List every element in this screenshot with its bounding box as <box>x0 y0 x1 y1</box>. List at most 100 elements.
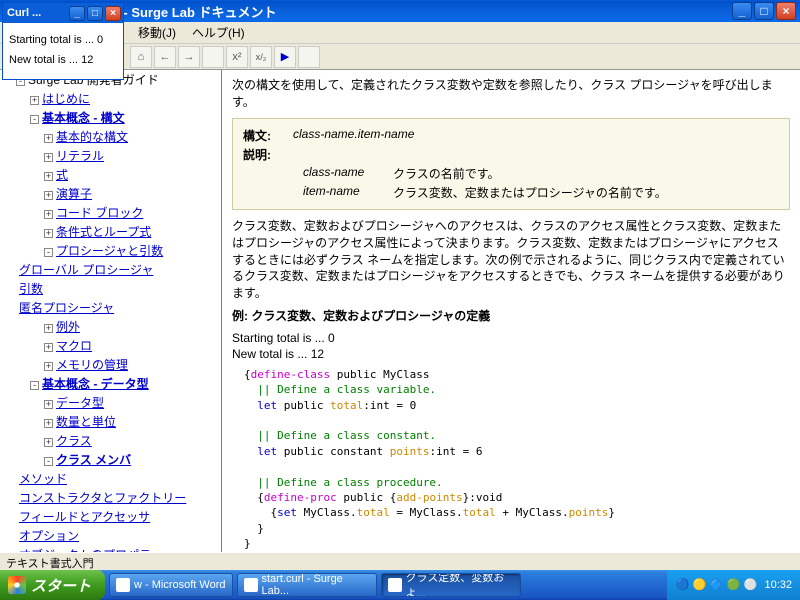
minimize-button[interactable]: _ <box>732 2 752 20</box>
tree-item-label[interactable]: メソッド <box>19 472 67 486</box>
tree-item[interactable]: +条件式とループ式 <box>0 222 221 241</box>
tool-bigger-icon[interactable]: x² <box>226 46 248 68</box>
tree-item-label[interactable]: フィールドとアクセッサ <box>19 510 150 524</box>
tree-item[interactable]: -基本概念 - データ型 <box>0 374 221 393</box>
taskbar-button[interactable]: w - Microsoft Word <box>109 573 232 597</box>
expand-icon[interactable]: + <box>44 172 53 181</box>
popup-window[interactable]: Curl ... _ □ × Starting total is ... 0 N… <box>2 2 124 80</box>
expand-icon[interactable]: + <box>30 96 39 105</box>
tree-item-label[interactable]: マクロ <box>56 339 92 353</box>
tree-item-label[interactable]: クラス <box>56 434 92 448</box>
tree-item-label[interactable]: 基本概念 - 構文 <box>42 111 125 125</box>
tree-item-label[interactable]: 引数 <box>19 282 43 296</box>
tree-item[interactable]: +コード ブロック <box>0 203 221 222</box>
example-label: 例: クラス変数、定数およびプロシージャの定義 <box>232 308 790 325</box>
tree-item[interactable]: +数量と単位 <box>0 412 221 431</box>
tree-item-label[interactable]: オプション <box>19 529 79 543</box>
tray-icon[interactable]: 🔵 <box>675 578 689 592</box>
taskbar-button[interactable]: クラス定数、変数およ... <box>381 573 521 597</box>
tree-item[interactable]: フィールドとアクセッサ <box>0 507 221 526</box>
tree-item[interactable]: +メモリの管理 <box>0 355 221 374</box>
tray-icon[interactable]: 🟢 <box>726 578 740 592</box>
sidebar-tree[interactable]: -Surge Lab 開発者ガイド+はじめに-基本概念 - 構文+基本的な構文+… <box>0 70 222 552</box>
tree-item[interactable]: +リテラル <box>0 146 221 165</box>
tree-item-label[interactable]: 式 <box>56 168 68 182</box>
tree-item-label[interactable]: 例外 <box>56 320 80 334</box>
tree-item[interactable]: +データ型 <box>0 393 221 412</box>
collapse-icon[interactable]: - <box>44 248 53 257</box>
collapse-icon[interactable]: - <box>30 115 39 124</box>
expand-icon[interactable]: + <box>44 362 53 371</box>
popup-minimize-button[interactable]: _ <box>69 6 85 21</box>
collapse-icon[interactable]: - <box>44 457 53 466</box>
tool-extra-icon[interactable] <box>298 46 320 68</box>
tool-forward-icon[interactable]: → <box>178 46 200 68</box>
expand-icon[interactable]: + <box>44 400 53 409</box>
tool-run-icon[interactable]: ▶ <box>274 46 296 68</box>
tree-item-label[interactable]: データ型 <box>56 396 104 410</box>
tree-item-label[interactable]: クラス メンバ <box>56 453 131 467</box>
tree-item-label[interactable]: オブジェクトのプロパティ <box>19 548 162 552</box>
tool-back-icon[interactable]: ← <box>154 46 176 68</box>
tray-icon[interactable]: 🟡 <box>692 578 706 592</box>
tree-item-label[interactable]: メモリの管理 <box>56 358 128 372</box>
tree-item-label[interactable]: 基本概念 - データ型 <box>42 377 149 391</box>
tree-item-label[interactable]: グローバル プロシージャ <box>19 263 153 277</box>
tree-item-label[interactable]: コード ブロック <box>56 206 143 220</box>
code-block: {define-class public MyClass || Define a… <box>244 367 790 552</box>
maximize-button[interactable]: □ <box>754 2 774 20</box>
expand-icon[interactable]: + <box>44 438 53 447</box>
tree-item-label[interactable]: 演算子 <box>56 187 92 201</box>
tree-item[interactable]: オプション <box>0 526 221 545</box>
expand-icon[interactable]: + <box>44 324 53 333</box>
tree-item[interactable]: -基本概念 - 構文 <box>0 108 221 127</box>
expand-icon[interactable]: + <box>44 419 53 428</box>
expand-icon[interactable]: + <box>44 134 53 143</box>
tree-item-label[interactable]: 数量と単位 <box>56 415 116 429</box>
tree-item-label[interactable]: コンストラクタとファクトリー <box>19 491 186 505</box>
tree-item[interactable]: コンストラクタとファクトリー <box>0 488 221 507</box>
taskbar-label: start.curl - Surge Lab... <box>262 573 370 597</box>
tree-item[interactable]: メソッド <box>0 469 221 488</box>
expand-icon[interactable]: + <box>44 210 53 219</box>
tree-item[interactable]: 匿名プロシージャ <box>0 298 221 317</box>
tree-item-label[interactable]: 条件式とループ式 <box>56 225 151 239</box>
tree-item-label[interactable]: 匿名プロシージャ <box>19 301 114 315</box>
popup-close-button[interactable]: × <box>105 6 121 21</box>
tree-item[interactable]: +例外 <box>0 317 221 336</box>
popup-titlebar[interactable]: Curl ... _ □ × <box>3 3 123 23</box>
tree-item[interactable]: +クラス <box>0 431 221 450</box>
expand-icon[interactable]: + <box>44 343 53 352</box>
tray-icon[interactable]: 🔷 <box>709 578 723 592</box>
tree-item[interactable]: +式 <box>0 165 221 184</box>
document-pane[interactable]: 次の構文を使用して、定義されたクラス変数や定数を参照したり、クラス プロシージャ… <box>222 70 800 552</box>
expand-icon[interactable]: + <box>44 191 53 200</box>
tool-home-icon[interactable]: ⌂ <box>130 46 152 68</box>
popup-maximize-button[interactable]: □ <box>87 6 103 21</box>
tree-item-label[interactable]: 基本的な構文 <box>56 130 128 144</box>
tree-item[interactable]: +マクロ <box>0 336 221 355</box>
menu-go[interactable]: 移動(J) <box>130 24 184 41</box>
tree-item[interactable]: 引数 <box>0 279 221 298</box>
tool-smaller-icon[interactable]: x/₂ <box>250 46 272 68</box>
system-tray[interactable]: 🔵 🟡 🔷 🟢 ⚪ 10:32 <box>667 570 800 600</box>
tree-item[interactable]: +演算子 <box>0 184 221 203</box>
start-button[interactable]: スタート <box>0 570 105 600</box>
collapse-icon[interactable]: - <box>30 381 39 390</box>
tree-item-label[interactable]: はじめに <box>42 92 90 106</box>
tree-item-label[interactable]: リテラル <box>56 149 104 163</box>
tray-icon[interactable]: ⚪ <box>743 578 757 592</box>
tree-item[interactable]: -プロシージャと引数 <box>0 241 221 260</box>
expand-icon[interactable]: + <box>44 153 53 162</box>
tree-item[interactable]: グローバル プロシージャ <box>0 260 221 279</box>
tree-item[interactable]: -クラス メンバ <box>0 450 221 469</box>
app-icon <box>388 578 402 592</box>
menu-help[interactable]: ヘルプ(H) <box>184 24 253 41</box>
expand-icon[interactable]: + <box>44 229 53 238</box>
tree-item[interactable]: +基本的な構文 <box>0 127 221 146</box>
tree-item[interactable]: オブジェクトのプロパティ <box>0 545 221 552</box>
tree-item-label[interactable]: プロシージャと引数 <box>56 244 163 258</box>
tree-item[interactable]: +はじめに <box>0 89 221 108</box>
taskbar-button[interactable]: start.curl - Surge Lab... <box>237 573 377 597</box>
close-button[interactable]: × <box>776 2 796 20</box>
